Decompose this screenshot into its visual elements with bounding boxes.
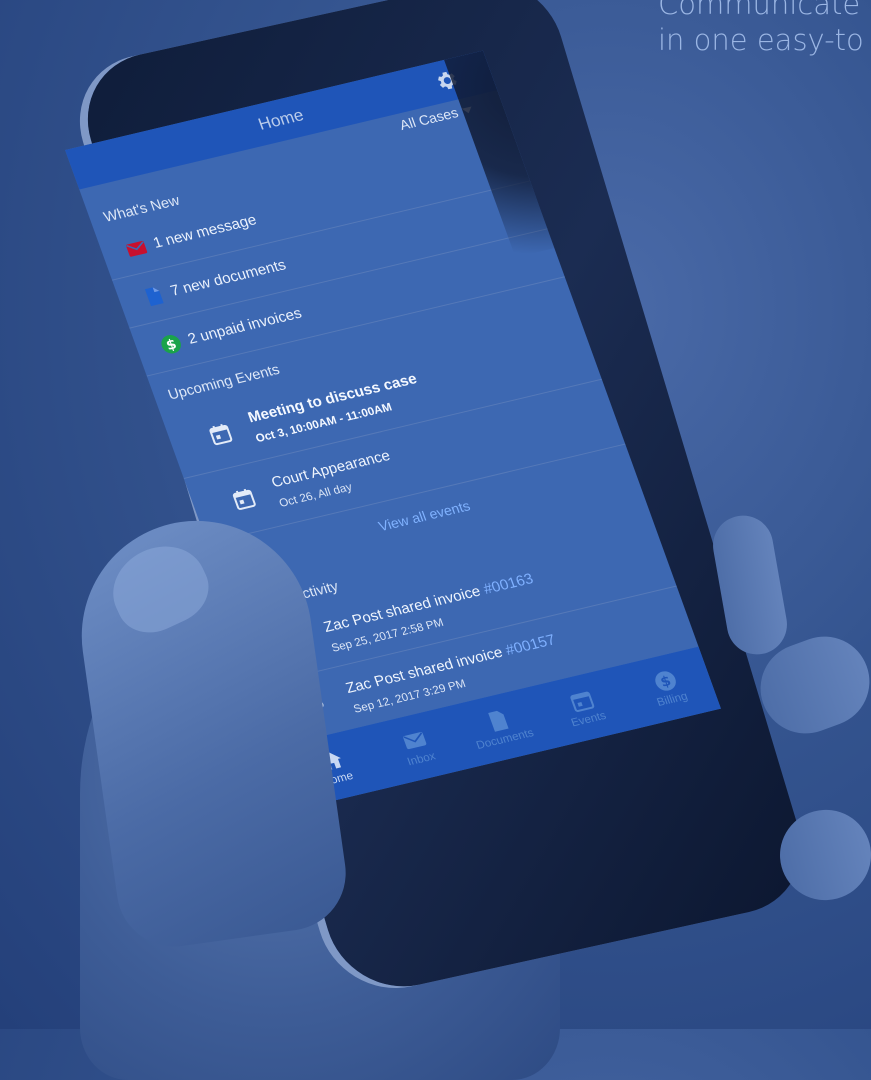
envelope-icon (126, 240, 148, 257)
tab-billing[interactable]: $ Billing (623, 661, 713, 714)
tab-label: Inbox (405, 750, 438, 768)
tagline-line-1: Communicate (658, 0, 861, 21)
document-icon (144, 287, 164, 307)
calendar-icon (232, 488, 256, 510)
tagline-line-2: in one easy-to (658, 23, 864, 57)
hand-finger (769, 799, 871, 911)
document-icon (488, 710, 509, 732)
invoice-number-link[interactable]: #00163 (481, 570, 535, 598)
inbox-icon (403, 731, 427, 749)
tab-documents[interactable]: Documents (456, 701, 546, 754)
whats-new-label: 7 new documents (168, 256, 289, 300)
whats-new-label: 1 new message (150, 211, 259, 252)
whats-new-label: 2 unpaid invoices (185, 304, 305, 348)
caret-down-icon (461, 106, 474, 115)
event-name: Court Appearance (269, 447, 393, 492)
invoice-number-link[interactable]: #00157 (503, 631, 557, 659)
tab-inbox[interactable]: Inbox (372, 721, 462, 774)
tab-label: Documents (474, 726, 536, 752)
dollar-circle-icon: $ (161, 335, 181, 354)
calendar-icon (570, 691, 595, 712)
tagline: Communicate in one easy-to (658, 0, 871, 58)
dollar-circle-icon: $ (655, 670, 676, 691)
tab-events[interactable]: Events (539, 681, 629, 734)
hand-finger (708, 510, 792, 660)
calendar-icon (209, 423, 233, 446)
